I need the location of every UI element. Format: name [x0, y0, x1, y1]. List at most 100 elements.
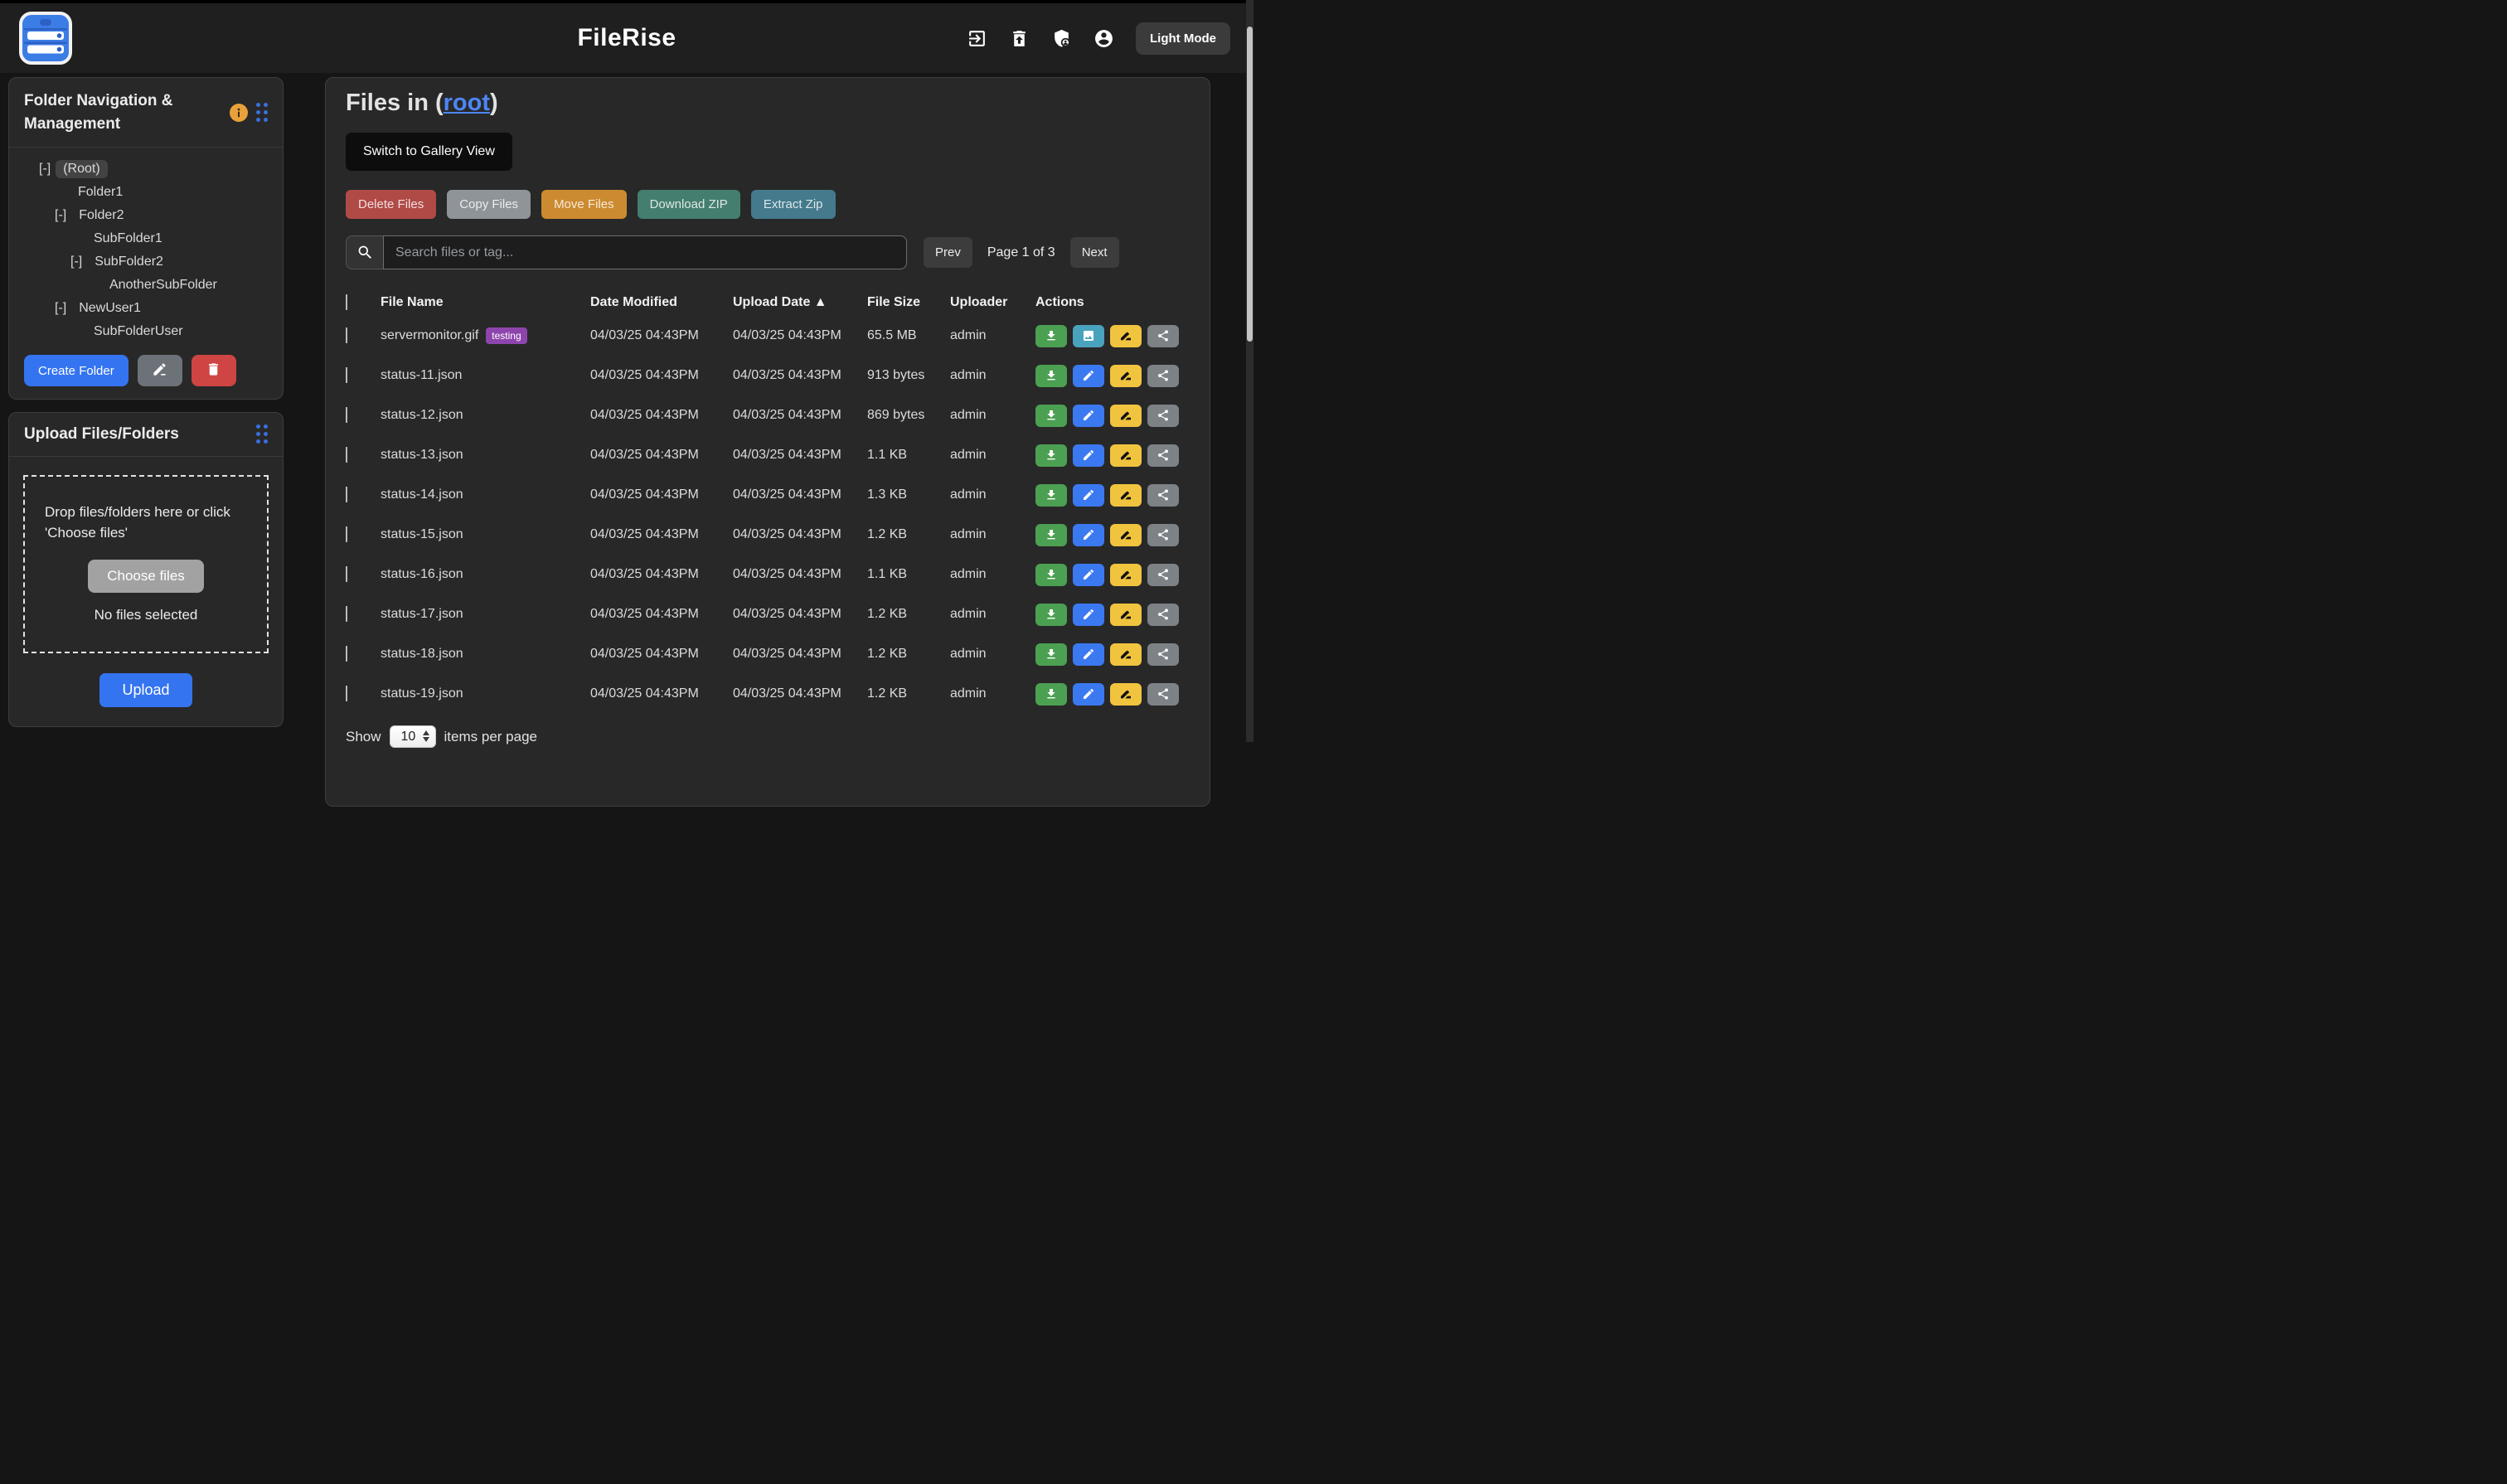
row-checkbox[interactable]: [346, 487, 347, 502]
download-button[interactable]: [1035, 604, 1067, 626]
download-button[interactable]: [1035, 564, 1067, 586]
share-button[interactable]: [1147, 405, 1179, 427]
download-button[interactable]: [1035, 484, 1067, 507]
drag-handle-icon[interactable]: [256, 424, 268, 444]
rename-button[interactable]: [1110, 365, 1142, 387]
file-name[interactable]: status-14.json: [381, 487, 463, 502]
folder-label[interactable]: SubFolder2: [87, 253, 171, 271]
scrollbar-thumb[interactable]: [1247, 27, 1253, 342]
folder-tree-item[interactable]: SubFolderUser: [9, 320, 283, 343]
folder-label[interactable]: (Root): [56, 160, 107, 178]
restore-trash-icon[interactable]: [1009, 28, 1030, 49]
file-name[interactable]: status-16.json: [381, 567, 463, 582]
row-checkbox[interactable]: [346, 407, 347, 423]
choose-files-button[interactable]: Choose files: [88, 560, 204, 593]
delete-files-button[interactable]: Delete Files: [346, 190, 436, 219]
tree-collapse-toggle[interactable]: [-]: [55, 301, 66, 316]
row-checkbox[interactable]: [346, 686, 347, 701]
col-header-date-modified[interactable]: Date Modified: [590, 295, 733, 310]
select-all-checkbox[interactable]: [346, 294, 347, 310]
edit-button[interactable]: [1073, 604, 1104, 626]
edit-button[interactable]: [1073, 683, 1104, 706]
file-dropzone[interactable]: Drop files/folders here or click 'Choose…: [23, 475, 269, 653]
folder-label[interactable]: Folder1: [70, 183, 130, 201]
edit-button[interactable]: [1073, 643, 1104, 666]
file-name[interactable]: status-18.json: [381, 647, 463, 662]
share-button[interactable]: [1147, 683, 1179, 706]
folder-label[interactable]: NewUser1: [71, 299, 148, 318]
row-checkbox[interactable]: [346, 526, 347, 542]
edit-button[interactable]: [1073, 484, 1104, 507]
edit-button[interactable]: [1073, 444, 1104, 467]
col-header-uploader[interactable]: Uploader: [950, 295, 1035, 310]
scrollbar-track[interactable]: [1246, 0, 1254, 742]
share-button[interactable]: [1147, 524, 1179, 546]
drag-handle-icon[interactable]: [256, 103, 268, 122]
create-folder-button[interactable]: Create Folder: [24, 355, 129, 386]
folder-tree-item[interactable]: [-] Folder2: [9, 204, 283, 227]
file-name[interactable]: status-19.json: [381, 686, 463, 701]
download-button[interactable]: [1035, 444, 1067, 467]
folder-label[interactable]: AnotherSubFolder: [102, 276, 225, 294]
folder-tree-item[interactable]: AnotherSubFolder: [9, 274, 283, 297]
search-input[interactable]: [383, 235, 907, 269]
delete-folder-button[interactable]: [192, 355, 236, 386]
edit-button[interactable]: [1073, 564, 1104, 586]
folder-label[interactable]: Folder2: [71, 206, 131, 225]
rename-button[interactable]: [1110, 444, 1142, 467]
next-page-button[interactable]: Next: [1070, 237, 1119, 268]
rename-button[interactable]: [1110, 325, 1142, 347]
download-button[interactable]: [1035, 365, 1067, 387]
file-name[interactable]: servermonitor.gif: [381, 328, 478, 343]
edit-button[interactable]: [1073, 365, 1104, 387]
file-name[interactable]: status-12.json: [381, 408, 463, 423]
root-folder-link[interactable]: root: [444, 90, 490, 116]
row-checkbox[interactable]: [346, 606, 347, 622]
edit-button[interactable]: [1073, 405, 1104, 427]
share-button[interactable]: [1147, 604, 1179, 626]
rename-button[interactable]: [1110, 524, 1142, 546]
copy-files-button[interactable]: Copy Files: [447, 190, 531, 219]
row-checkbox[interactable]: [346, 327, 347, 343]
share-button[interactable]: [1147, 564, 1179, 586]
account-icon[interactable]: [1093, 28, 1114, 49]
preview-button[interactable]: [1073, 325, 1104, 347]
col-header-upload-date[interactable]: Upload Date ▲: [733, 295, 867, 310]
download-button[interactable]: [1035, 683, 1067, 706]
row-checkbox[interactable]: [346, 646, 347, 662]
info-icon[interactable]: [230, 104, 248, 122]
folder-tree-item[interactable]: SubFolder1: [9, 227, 283, 250]
download-button[interactable]: [1035, 524, 1067, 546]
rename-button[interactable]: [1110, 564, 1142, 586]
rename-folder-button[interactable]: [138, 355, 182, 386]
switch-gallery-view-button[interactable]: Switch to Gallery View: [346, 133, 512, 171]
prev-page-button[interactable]: Prev: [924, 237, 972, 268]
tree-collapse-toggle[interactable]: [-]: [55, 208, 66, 223]
extract-zip-button[interactable]: Extract Zip: [751, 190, 836, 219]
download-button[interactable]: [1035, 405, 1067, 427]
folder-tree-item[interactable]: Folder1: [9, 181, 283, 204]
rename-button[interactable]: [1110, 405, 1142, 427]
rename-button[interactable]: [1110, 643, 1142, 666]
col-header-file-name[interactable]: File Name: [381, 295, 590, 310]
file-name[interactable]: status-17.json: [381, 607, 463, 622]
logout-icon[interactable]: [967, 28, 987, 49]
row-checkbox[interactable]: [346, 447, 347, 463]
upload-button[interactable]: Upload: [99, 673, 192, 707]
file-name[interactable]: status-11.json: [381, 368, 462, 383]
edit-button[interactable]: [1073, 524, 1104, 546]
folder-label[interactable]: SubFolder1: [86, 230, 170, 248]
folder-tree-item[interactable]: [-](Root): [9, 158, 283, 181]
admin-shield-icon[interactable]: [1051, 28, 1072, 49]
download-button[interactable]: [1035, 643, 1067, 666]
file-name[interactable]: status-15.json: [381, 527, 463, 542]
share-button[interactable]: [1147, 325, 1179, 347]
tree-collapse-toggle[interactable]: [-]: [70, 255, 82, 269]
light-mode-button[interactable]: Light Mode: [1136, 22, 1230, 55]
rename-button[interactable]: [1110, 604, 1142, 626]
download-button[interactable]: [1035, 325, 1067, 347]
row-checkbox[interactable]: [346, 367, 347, 383]
rename-button[interactable]: [1110, 484, 1142, 507]
col-header-file-size[interactable]: File Size: [867, 295, 950, 310]
folder-tree-item[interactable]: [-] NewUser1: [9, 297, 283, 320]
